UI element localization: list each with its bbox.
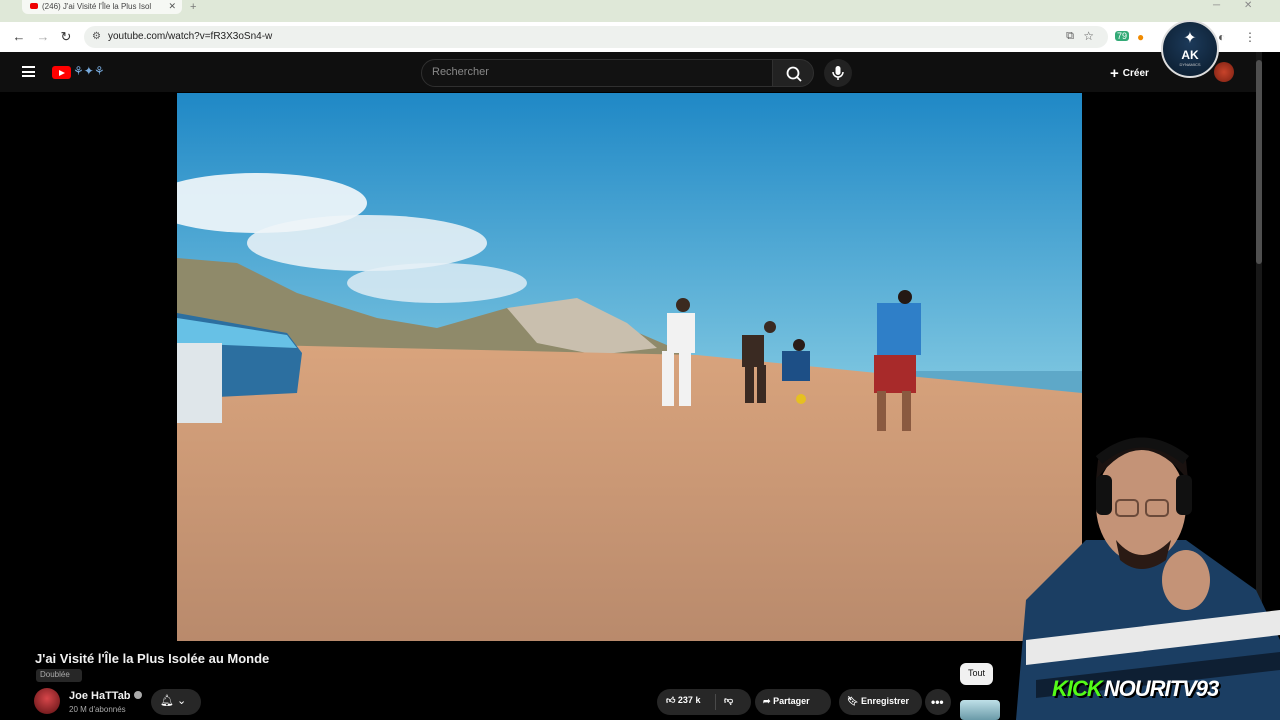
notifications-button[interactable]: 🔔︎ ⌄ (151, 689, 201, 715)
save-button[interactable]: 🔖︎ Enregistrer (839, 689, 922, 715)
share-button[interactable]: ➦ Partager (755, 689, 831, 715)
close-window-icon[interactable]: ✕ (1244, 0, 1252, 11)
streamer-badge-overlay: ✦ AK DYNAMICS (1161, 20, 1219, 78)
user-avatar[interactable] (1214, 62, 1234, 82)
address-bar-row: ← → ↻ ⚙ youtube.com/watch?v=fR3X3oSn4-w … (0, 22, 1280, 52)
new-tab-button[interactable]: + (190, 1, 196, 13)
save-label: Enregistrer (860, 696, 909, 706)
scrollbar-thumb[interactable] (1256, 60, 1262, 264)
dislike-icon: 👎︎ (724, 695, 734, 705)
eagle-icon: ✦ (1183, 30, 1197, 47)
video-player[interactable] (177, 93, 1082, 641)
subscriber-count: 20 M d'abonnés (69, 705, 126, 714)
doodle-icon: ⚘✦⚘ (73, 64, 105, 78)
search-button[interactable] (772, 59, 814, 87)
divider (715, 694, 716, 710)
extension-badge[interactable]: 79 (1115, 31, 1130, 41)
streamer-webcam (996, 420, 1280, 720)
channel-name: Joe HaTTab (69, 690, 131, 702)
badge-subtext: DYNAMICS (1179, 62, 1201, 67)
extension-icon[interactable]: ● (1137, 30, 1144, 44)
tab-title: (246) J'ai Visité l'Île la Plus Isol (42, 2, 152, 11)
search-icon (786, 66, 802, 82)
stream-watermark: KICKNOURITV93 (1052, 676, 1219, 702)
more-icon: ••• (931, 695, 944, 709)
like-button[interactable]: 👍︎ 237 k (666, 695, 700, 706)
save-icon: 🔖︎ (847, 696, 859, 706)
search-input[interactable]: Rechercher (421, 59, 773, 87)
back-icon[interactable]: ← (11, 29, 27, 44)
browser-menu-icon[interactable]: ⋮ (1244, 30, 1256, 44)
create-plus-icon: + (1110, 65, 1119, 82)
url-field[interactable]: ⚙ youtube.com/watch?v=fR3X3oSn4-w ⧉ ☆ (84, 26, 1108, 48)
bell-icon: 🔔︎ (160, 695, 174, 707)
forward-icon[interactable]: → (35, 29, 51, 44)
url-text: youtube.com/watch?v=fR3X3oSn4-w (108, 31, 273, 42)
streamer-handle: NOURITV93 (1103, 676, 1219, 701)
browser-tab[interactable]: (246) J'ai Visité l'Île la Plus Isol ✕ (22, 0, 182, 14)
minimize-icon[interactable]: ─ (1213, 0, 1220, 11)
filter-chip-all[interactable]: Tout (960, 663, 993, 685)
share-label: Partager (773, 696, 810, 706)
dubbed-badge: Doublée (36, 669, 82, 682)
create-label: Créer (1122, 68, 1149, 79)
like-count: 237 k (677, 695, 701, 705)
bookmark-star-icon[interactable]: ☆ (1083, 29, 1094, 43)
verified-icon (133, 691, 142, 699)
search-placeholder: Rechercher (432, 66, 489, 78)
video-title: J'ai Visité l'Île la Plus Isolée au Mond… (35, 651, 270, 666)
menu-icon[interactable] (22, 66, 35, 77)
voice-search-button[interactable] (824, 59, 852, 87)
share-icon: ➦ (763, 696, 771, 706)
more-actions-button[interactable]: ••• (925, 689, 951, 715)
video-frame (177, 93, 1082, 641)
youtube-favicon-icon (30, 3, 38, 9)
create-button[interactable]: + Créer (1110, 65, 1149, 82)
like-icon: 👍︎ (666, 695, 676, 705)
channel-avatar[interactable] (34, 688, 60, 714)
close-tab-icon[interactable]: ✕ (168, 1, 176, 12)
browser-tab-strip: (246) J'ai Visité l'Île la Plus Isol ✕ +… (0, 0, 1280, 22)
webcam-figure (1016, 437, 1280, 720)
kick-logo-text: KICK (1052, 676, 1103, 701)
dubbed-label: Doublée (40, 670, 70, 679)
dislike-button[interactable]: 👎︎ (724, 695, 733, 706)
recommended-thumbnail[interactable] (960, 700, 1000, 720)
like-dislike-group: 👍︎ 237 k 👎︎ (657, 689, 751, 715)
youtube-header: ⚘✦⚘ Rechercher + Créer (0, 52, 1256, 92)
channel-name-row[interactable]: Joe HaTTab (69, 690, 142, 702)
reload-icon[interactable]: ↻ (58, 29, 74, 45)
profile-icon[interactable]: ◐ (1218, 30, 1225, 44)
youtube-logo-icon[interactable] (52, 66, 71, 79)
badge-text: AK (1181, 48, 1199, 62)
mic-icon (832, 66, 844, 80)
chevron-down-icon: ⌄ (177, 695, 187, 707)
site-info-icon[interactable]: ⚙ (92, 31, 101, 42)
install-app-icon[interactable]: ⧉ (1066, 30, 1074, 43)
